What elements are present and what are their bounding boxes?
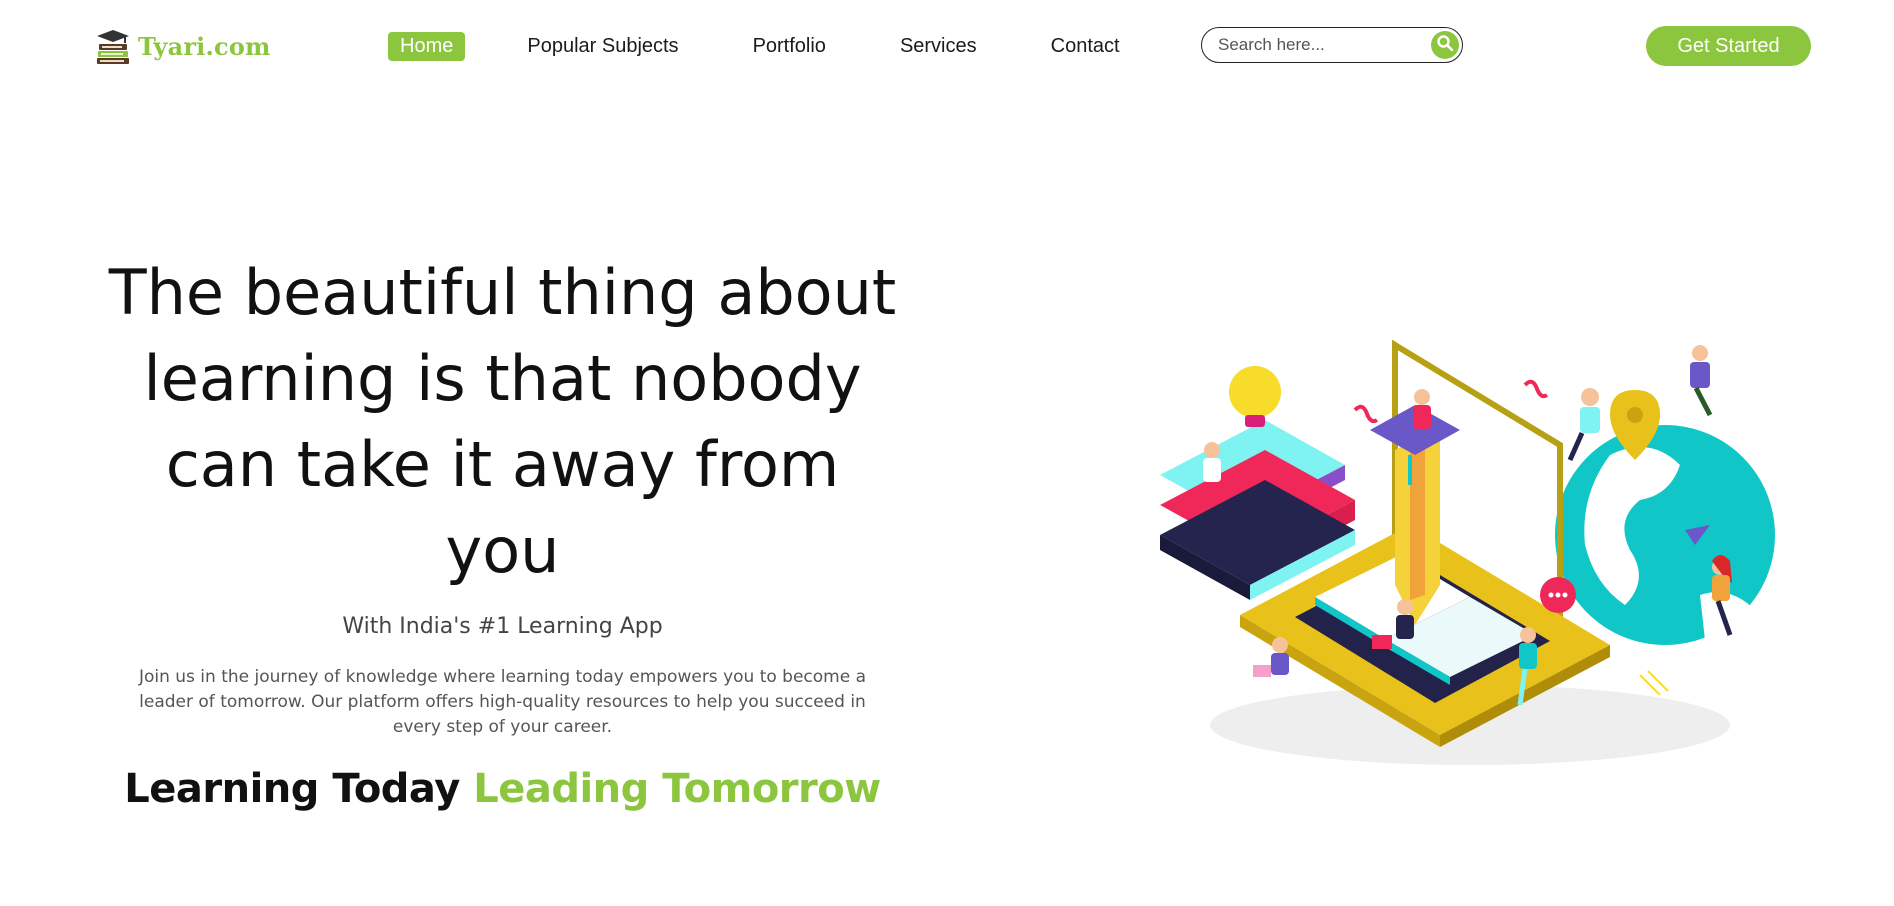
- hero-illustration: [1140, 335, 1780, 775]
- nav-popular-subjects[interactable]: Popular Subjects: [515, 32, 690, 61]
- hero-headline: The beautiful thing about learning is th…: [100, 250, 905, 594]
- tagline-green: Leading Tomorrow: [473, 766, 881, 812]
- hero-tagline: Learning Today Leading Tomorrow: [100, 766, 905, 812]
- search-button[interactable]: [1431, 31, 1459, 59]
- hero-subtitle: With India's #1 Learning App: [342, 614, 663, 639]
- graduation-books-icon: [94, 27, 132, 65]
- search-icon: [1436, 34, 1454, 56]
- hero-section: The beautiful thing about learning is th…: [100, 250, 905, 812]
- main-nav: Home Popular Subjects Portfolio Services…: [388, 32, 1132, 61]
- search-box: [1201, 27, 1463, 63]
- nav-home[interactable]: Home: [388, 32, 466, 61]
- nav-contact[interactable]: Contact: [1039, 32, 1132, 61]
- brand-logo[interactable]: Tyari.com: [94, 26, 271, 66]
- brand-name: Tyari.com: [138, 31, 271, 61]
- tagline-dark: Learning Today: [124, 766, 460, 812]
- search-input[interactable]: [1216, 34, 1420, 56]
- get-started-button[interactable]: Get Started: [1646, 26, 1811, 66]
- headline-line: learning is that nobody: [143, 342, 862, 415]
- nav-services[interactable]: Services: [888, 32, 989, 61]
- hero-description: Join us in the journey of knowledge wher…: [138, 667, 867, 737]
- site-header: Tyari.com Home Popular Subjects Portfoli…: [0, 0, 1894, 92]
- headline-line: The beautiful thing about: [108, 256, 897, 329]
- nav-portfolio[interactable]: Portfolio: [741, 32, 838, 61]
- headline-line: can take it away from you: [165, 428, 840, 587]
